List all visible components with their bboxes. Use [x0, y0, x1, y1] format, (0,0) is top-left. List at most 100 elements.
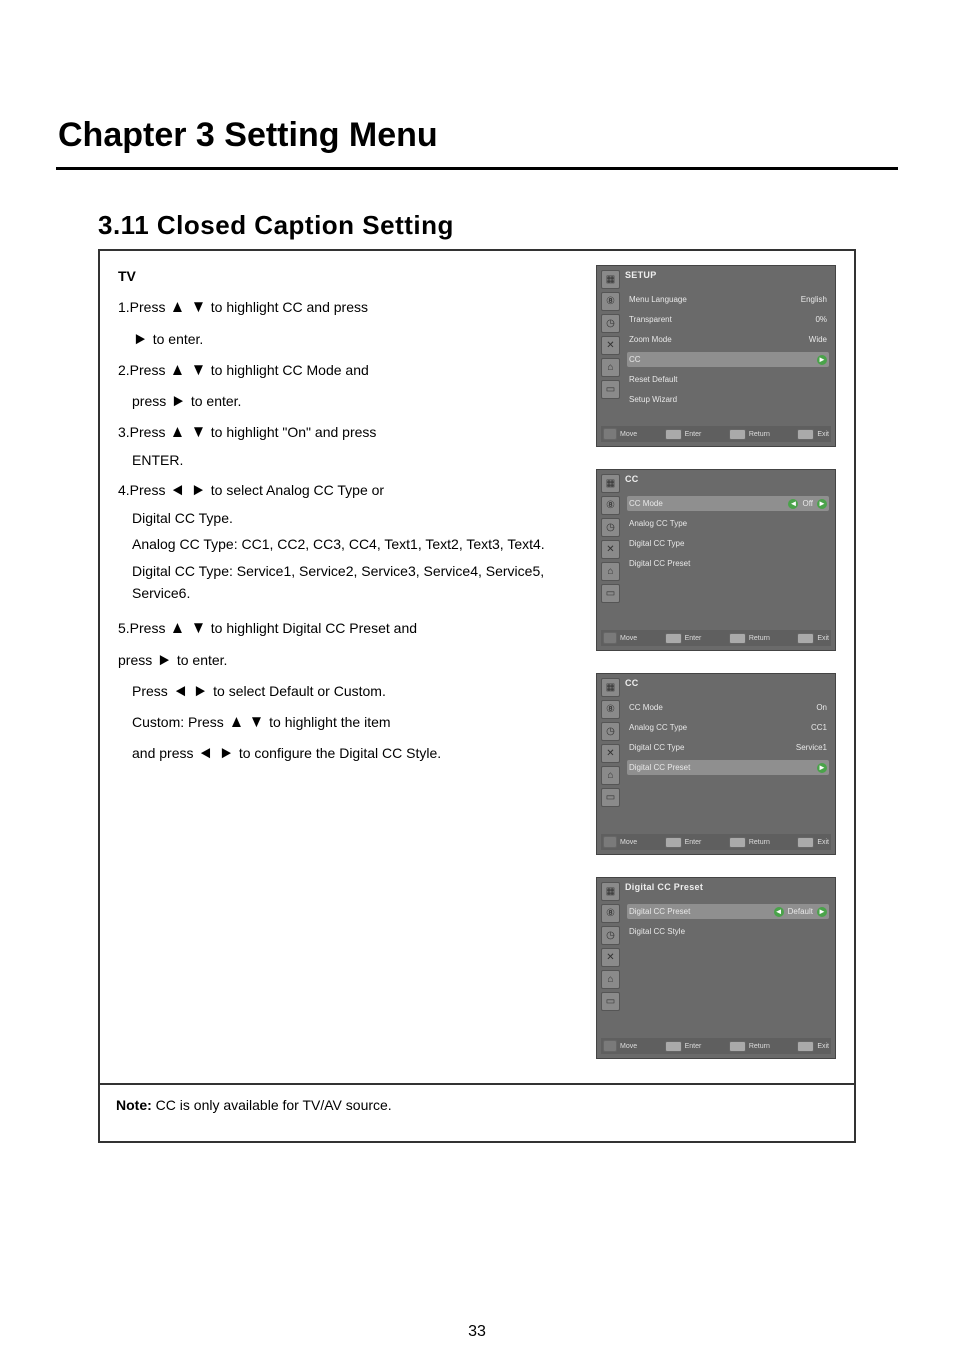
tv-step2b: press ► to enter. [118, 387, 576, 414]
chevron-right-icon: ► [191, 476, 206, 503]
txt: press [118, 652, 156, 668]
osd-value-text: Wide [809, 335, 827, 344]
osd-sidebar-icons: ▦⑧◷✕⌂▭ [601, 678, 620, 807]
osd-sidebar-icons: ▦⑧◷✕⌂▭ [601, 270, 620, 399]
txt: to configure the Digital CC Style. [239, 745, 441, 761]
osd-value-text: On [816, 703, 827, 712]
txt: to enter. [177, 652, 228, 668]
osd-row-label: Analog CC Type [629, 723, 687, 732]
chevron-left-icon: ◄ [170, 476, 185, 503]
tv-heading: TV [118, 265, 576, 287]
lock-icon: ⌂ [601, 766, 620, 785]
arrow-right-icon: ► [817, 355, 827, 365]
tv-step5: 5.Press ▲ ▼ to highlight Digital CC Pres… [118, 614, 576, 641]
chevron-left-icon: ◄ [198, 739, 213, 766]
osd-row: Digital CC Type [627, 536, 829, 551]
osd-footer-label: Move [620, 1043, 637, 1050]
osd-row-value: On [816, 703, 827, 712]
txt: 2.Press [118, 362, 169, 378]
txt: to enter. [153, 331, 204, 347]
osd-footer-label: Move [620, 839, 637, 846]
osd-screenshots-column: SETUP▦⑧◷✕⌂▭Menu LanguageEnglishTranspare… [596, 265, 836, 1059]
enter-key-icon [665, 633, 682, 644]
tv-custom-line2: and press ◄ ► to configure the Digital C… [118, 739, 576, 766]
tv-step3b: ENTER. [118, 449, 576, 471]
txt: to highlight the item [269, 714, 390, 730]
chevron-up-icon: ▲ [229, 708, 244, 735]
tv-step1: 1.Press ▲ ▼ to highlight CC and press [118, 293, 576, 320]
chevron-up-icon: ▲ [170, 356, 185, 383]
return-key-icon [729, 633, 746, 644]
return-key-icon [729, 1041, 746, 1052]
osd-row: Zoom ModeWide [627, 332, 829, 347]
move-key-icon [603, 836, 617, 848]
txt: to enter. [191, 393, 242, 409]
time-icon: ◷ [601, 314, 620, 333]
setup-icon: ✕ [601, 744, 620, 763]
osd-title: CC [625, 678, 639, 688]
chevron-right-icon: ► [133, 325, 148, 352]
arrow-left-icon: ◄ [774, 907, 784, 917]
osd-footer: MoveEnterReturnExit [601, 834, 831, 850]
osd-row: Reset Default [627, 372, 829, 387]
setup-icon: ✕ [601, 540, 620, 559]
osd-row-label: Reset Default [629, 375, 677, 384]
osd-footer-enter: Enter [665, 633, 702, 644]
pc-icon: ▭ [601, 788, 620, 807]
pc-icon: ▭ [601, 992, 620, 1011]
osd-row-value: 0% [815, 315, 827, 324]
osd-panel: SETUP▦⑧◷✕⌂▭Menu LanguageEnglishTranspare… [596, 265, 836, 447]
osd-footer-enter: Enter [665, 429, 702, 440]
osd-footer-move: Move [603, 1040, 637, 1052]
chevron-down-icon: ▼ [249, 708, 264, 735]
chevron-up-icon: ▲ [170, 293, 185, 320]
osd-row: CC Mode◄Off► [627, 496, 829, 511]
osd-title: Digital CC Preset [625, 882, 703, 892]
osd-row: Setup Wizard [627, 392, 829, 407]
osd-footer-label: Enter [685, 1043, 702, 1050]
exit-key-icon [797, 1041, 814, 1052]
osd-row: Digital CC Preset► [627, 760, 829, 775]
pc-icon: ▭ [601, 380, 620, 399]
chevron-right-icon: ► [219, 739, 234, 766]
osd-footer-return: Return [729, 633, 770, 644]
chevron-down-icon: ▼ [191, 293, 206, 320]
osd-footer-move: Move [603, 632, 637, 644]
txt: to highlight CC and press [211, 299, 368, 315]
osd-footer-label: Move [620, 431, 637, 438]
txt: 4.Press [118, 482, 169, 498]
osd-row: Digital CC Style [627, 924, 829, 939]
channel-icon: ⑧ [601, 904, 620, 923]
osd-footer-move: Move [603, 836, 637, 848]
osd-row-label: Setup Wizard [629, 395, 677, 404]
lock-icon: ⌂ [601, 358, 620, 377]
tv-digital-types: Digital CC Type: Service1, Service2, Ser… [118, 560, 576, 605]
page-number: 33 [56, 1323, 898, 1341]
osd-row-value: English [801, 295, 827, 304]
osd-panel: CC▦⑧◷✕⌂▭CC Mode◄Off►Analog CC TypeDigita… [596, 469, 836, 651]
osd-footer: MoveEnterReturnExit [601, 630, 831, 646]
osd-footer: MoveEnterReturnExit [601, 426, 831, 442]
osd-row: CC ModeOn [627, 700, 829, 715]
enter-key-icon [665, 429, 682, 440]
tv-step4: 4.Press ◄ ► to select Analog CC Type or [118, 476, 576, 503]
osd-row-value: ► [817, 355, 827, 365]
osd-footer-exit: Exit [797, 1041, 829, 1052]
osd-footer-return: Return [729, 837, 770, 848]
osd-value-text: Default [788, 907, 813, 916]
enter-key-icon [665, 1041, 682, 1052]
txt: to select Default or Custom. [213, 683, 386, 699]
tv-step5b: press ► to enter. [118, 646, 576, 673]
osd-value-text: Service1 [796, 743, 827, 752]
txt: to highlight CC Mode and [211, 362, 369, 378]
osd-row-label: Digital CC Preset [629, 907, 690, 916]
osd-rows: Digital CC Preset◄Default►Digital CC Sty… [627, 904, 829, 939]
tv-analog-types: Analog CC Type: CC1, CC2, CC3, CC4, Text… [118, 533, 576, 555]
txt: and press [132, 745, 197, 761]
txt: press [132, 393, 170, 409]
osd-row: Digital CC TypeService1 [627, 740, 829, 755]
chevron-right-icon: ► [193, 677, 208, 704]
return-key-icon [729, 429, 746, 440]
txt: to select Analog CC Type or [211, 482, 384, 498]
setup-icon: ✕ [601, 948, 620, 967]
